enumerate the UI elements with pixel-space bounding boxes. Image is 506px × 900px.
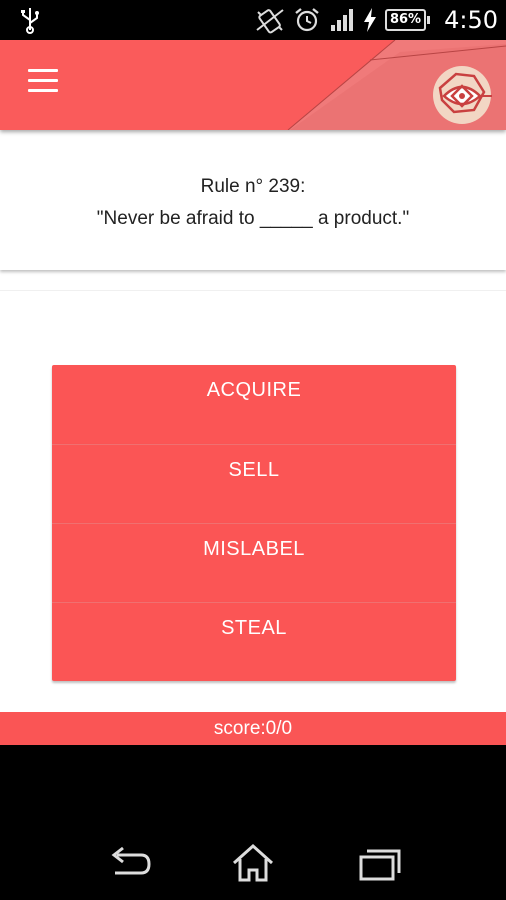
answer-button-acquire[interactable]: ACQUIRE bbox=[52, 365, 456, 444]
rule-number: Rule n° 239: bbox=[200, 176, 306, 197]
battery-percent: 86% bbox=[384, 9, 427, 31]
eye-logo-icon bbox=[433, 66, 492, 124]
clock: 4:50 bbox=[444, 6, 498, 34]
answer-list: ACQUIRE SELL MISLABEL STEAL bbox=[52, 365, 456, 681]
score-bar: score:0/0 bbox=[0, 712, 506, 745]
charging-icon bbox=[363, 8, 376, 32]
hamburger-menu-icon[interactable] bbox=[28, 69, 62, 99]
status-bar: 86% 4:50 bbox=[0, 0, 506, 40]
answer-button-sell[interactable]: SELL bbox=[52, 444, 456, 523]
home-icon[interactable] bbox=[228, 843, 278, 883]
divider bbox=[0, 290, 506, 291]
usb-icon bbox=[21, 8, 39, 34]
vibrate-icon bbox=[256, 9, 284, 34]
navigation-bar bbox=[0, 745, 506, 900]
app-bar bbox=[0, 40, 506, 130]
alarm-icon bbox=[295, 8, 319, 32]
rule-text: "Never be afraid to _____ a product." bbox=[96, 208, 410, 229]
battery-icon: 86% bbox=[384, 9, 431, 31]
content-area: Rule n° 239: "Never be afraid to _____ a… bbox=[0, 130, 506, 712]
answer-button-mislabel[interactable]: MISLABEL bbox=[52, 523, 456, 602]
answer-button-steal[interactable]: STEAL bbox=[52, 602, 456, 681]
recent-apps-icon[interactable] bbox=[355, 843, 405, 883]
signal-icon bbox=[330, 9, 353, 31]
question-card: Rule n° 239: "Never be afraid to _____ a… bbox=[0, 130, 506, 270]
back-icon[interactable] bbox=[103, 843, 153, 883]
